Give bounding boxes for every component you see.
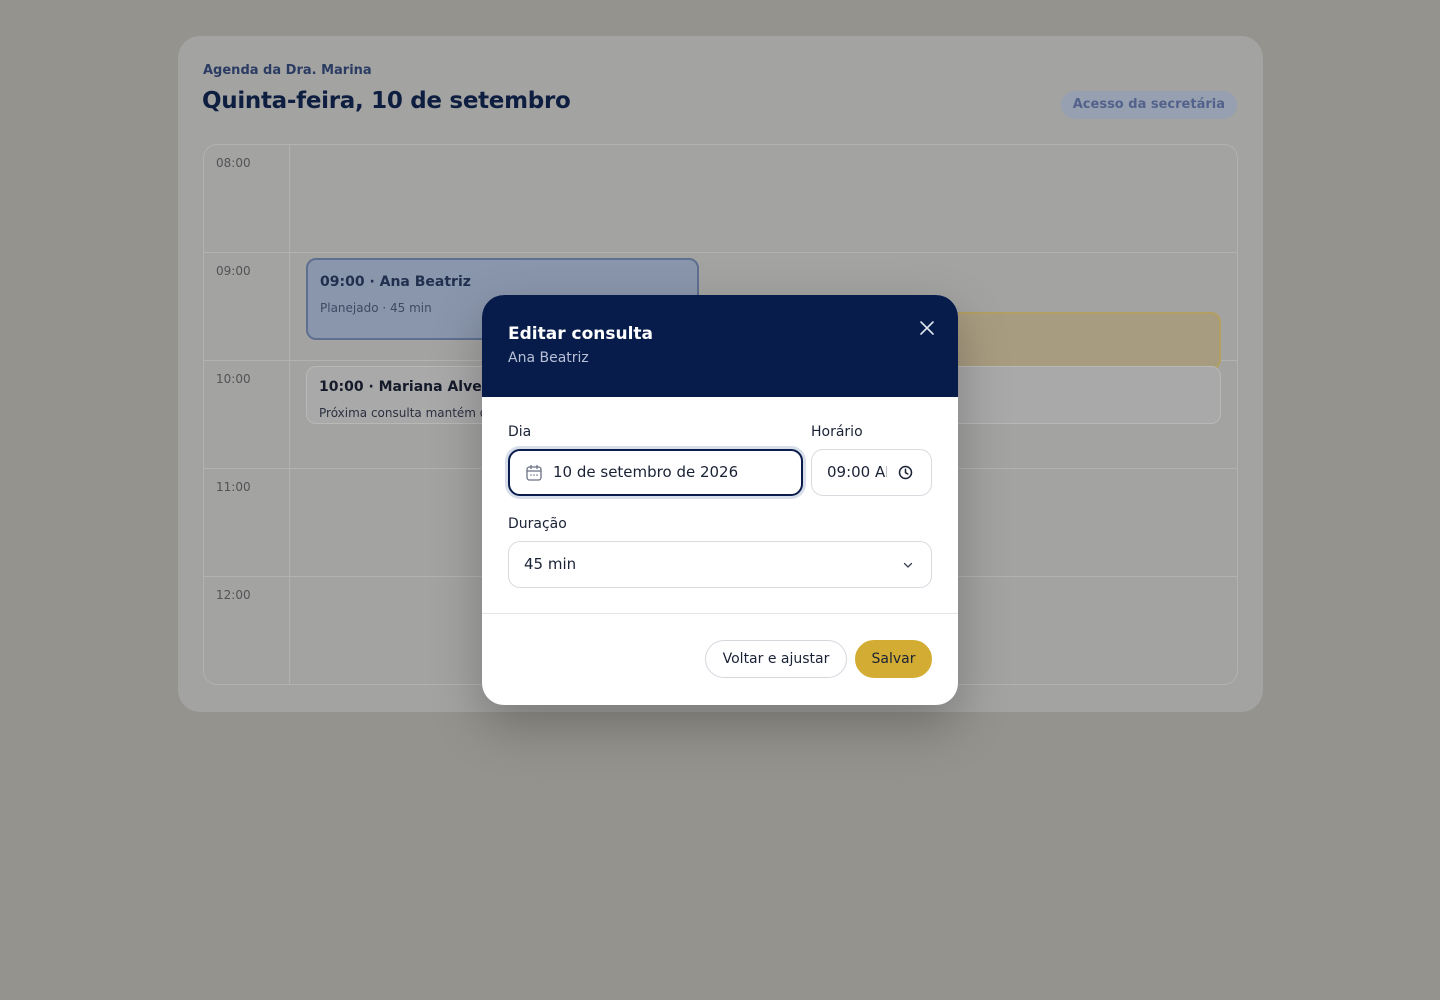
date-input[interactable]: 10 de setembro de 2026 <box>508 449 803 496</box>
time-label: Horário <box>811 424 863 440</box>
agenda-owner: Agenda da Dra. Marina <box>203 63 372 78</box>
calendar-icon <box>526 464 542 481</box>
dialog-header: Editar consulta Ana Beatriz <box>482 295 958 397</box>
event-title: 09:00 · Ana Beatriz <box>320 274 471 290</box>
time-input[interactable]: 09:00 AM <box>811 449 932 496</box>
duration-value: 45 min <box>524 555 577 573</box>
date-value: 10 de setembro de 2026 <box>553 463 739 481</box>
event-title: 10:00 · Mariana Alves <box>319 379 491 395</box>
edit-appointment-dialog: Editar consulta Ana Beatriz Dia Horário … <box>482 295 958 705</box>
close-icon <box>920 321 934 335</box>
day-label: Dia <box>508 424 532 440</box>
event-subtitle: Próxima consulta mantém o <box>319 406 488 420</box>
duration-label: Duração <box>508 516 567 532</box>
chevron-down-icon <box>903 562 913 568</box>
time-column <box>204 145 290 684</box>
dialog-title: Editar consulta <box>508 324 654 344</box>
close-button[interactable] <box>916 317 938 339</box>
duration-select[interactable]: 45 min <box>508 541 932 588</box>
hour-row: 08:00 <box>204 145 1237 253</box>
page-title: Quinta-feira, 10 de setembro <box>202 88 571 114</box>
event-highlighted[interactable] <box>944 312 1221 370</box>
back-adjust-button[interactable]: Voltar e ajustar <box>705 640 847 678</box>
access-badge: Acesso da secretária <box>1060 91 1237 119</box>
time-value: 09:00 AM <box>827 463 887 481</box>
save-button[interactable]: Salvar <box>855 640 932 678</box>
dialog-subtitle: Ana Beatriz <box>508 350 589 366</box>
clock-icon[interactable] <box>898 465 913 480</box>
event-subtitle: Planejado · 45 min <box>320 301 432 315</box>
dialog-divider <box>482 613 958 614</box>
